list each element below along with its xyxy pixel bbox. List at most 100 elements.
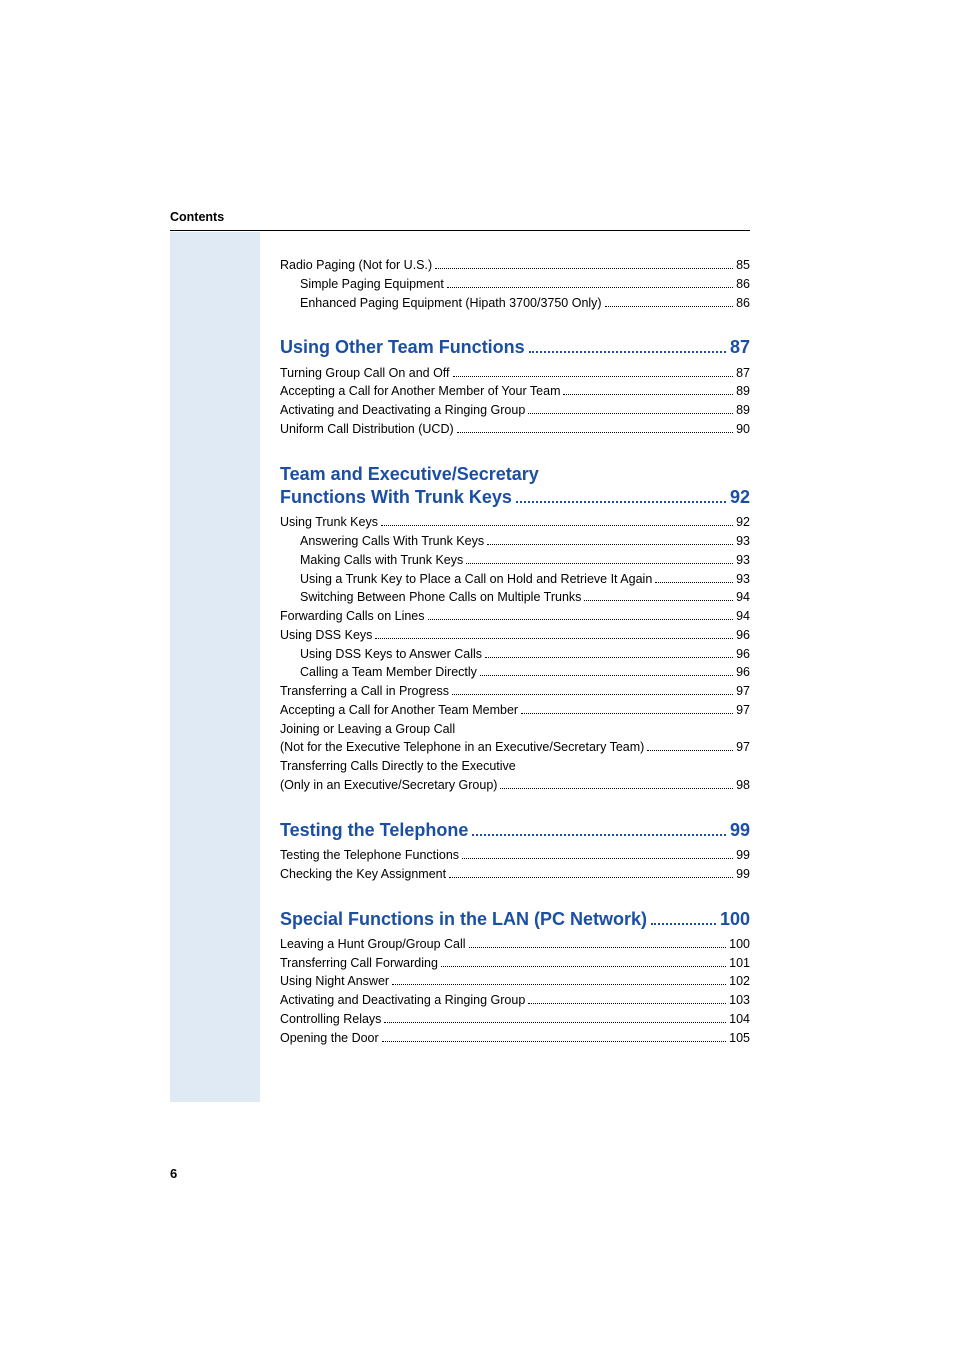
toc-entry[interactable]: Activating and Deactivating a Ringing Gr… (280, 401, 750, 420)
toc-entry-preline: Transferring Calls Directly to the Execu… (280, 757, 750, 776)
toc-entry-label: Making Calls with Trunk Keys (300, 551, 463, 570)
toc-entry-page: 93 (736, 551, 750, 570)
toc-entry[interactable]: Opening the Door 105 (280, 1029, 750, 1048)
toc-dots (382, 1032, 726, 1041)
toc-dots (469, 939, 727, 948)
toc-dots (447, 278, 733, 287)
toc-entry-label: Using a Trunk Key to Place a Call on Hol… (300, 570, 652, 589)
toc-section-title: Testing the Telephone (280, 819, 468, 842)
toc-dots (375, 630, 733, 639)
toc-dots (462, 850, 733, 859)
toc-dots (457, 424, 733, 433)
toc-entry-page: 96 (736, 626, 750, 645)
toc-entry-label: Using DSS Keys (280, 626, 372, 645)
toc-dots (605, 297, 734, 306)
toc-entry-page: 97 (736, 738, 750, 757)
toc-entry-wrap[interactable]: Transferring Calls Directly to the Execu… (280, 757, 750, 795)
toc-section-heading[interactable]: Special Functions in the LAN (PC Network… (280, 908, 750, 931)
toc-entry[interactable]: Transferring a Call in Progress97 (280, 682, 750, 701)
toc-entry[interactable]: Uniform Call Distribution (UCD) 90 (280, 420, 750, 439)
toc-entry[interactable]: Transferring Call Forwarding101 (280, 954, 750, 973)
toc-dots (449, 868, 733, 877)
toc-section: Special Functions in the LAN (PC Network… (280, 908, 750, 1048)
toc-entry-label: Leaving a Hunt Group/Group Call (280, 935, 466, 954)
toc-entry[interactable]: Enhanced Paging Equipment (Hipath 3700/3… (280, 294, 750, 313)
toc-section-title: Special Functions in the LAN (PC Network… (280, 908, 647, 931)
toc-entry-page: 89 (736, 401, 750, 420)
toc-section-heading[interactable]: Team and Executive/Secretary Functions W… (280, 463, 750, 510)
toc-entry-page: 99 (736, 846, 750, 865)
toc-entry-page: 87 (736, 364, 750, 383)
toc-entry-label: Switching Between Phone Calls on Multipl… (300, 588, 581, 607)
toc-entry[interactable]: Turning Group Call On and Off 87 (280, 364, 750, 383)
toc-entry-label: Simple Paging Equipment (300, 275, 444, 294)
toc-entry-page: 97 (736, 701, 750, 720)
toc-entry[interactable]: Using Night Answer 102 (280, 972, 750, 991)
toc-section-title-line2: Functions With Trunk Keys (280, 486, 512, 509)
toc-dots (480, 667, 733, 676)
toc-entry-page: 97 (736, 682, 750, 701)
toc-entry-label: Using Night Answer (280, 972, 389, 991)
toc-entry[interactable]: Using DSS Keys to Answer Calls96 (280, 645, 750, 664)
toc-section-page: 100 (720, 908, 750, 931)
toc-entry[interactable]: Accepting a Call for Another Member of Y… (280, 382, 750, 401)
toc-body: Radio Paging (Not for U.S.) 85 Simple Pa… (280, 256, 750, 1047)
toc-entry-label: Accepting a Call for Another Member of Y… (280, 382, 560, 401)
toc-entry[interactable]: Accepting a Call for Another Team Member… (280, 701, 750, 720)
toc-entry-label: Turning Group Call On and Off (280, 364, 450, 383)
toc-dots (453, 367, 734, 376)
toc-entry-label: Uniform Call Distribution (UCD) (280, 420, 454, 439)
toc-entry-page: 90 (736, 420, 750, 439)
toc-entry-label: Opening the Door (280, 1029, 379, 1048)
toc-entry-page: 93 (736, 570, 750, 589)
toc-dots (441, 957, 726, 966)
toc-entry[interactable]: Calling a Team Member Directly96 (280, 663, 750, 682)
toc-entry-label: Transferring Call Forwarding (280, 954, 438, 973)
toc-entry[interactable]: Activating and Deactivating a Ringing Gr… (280, 991, 750, 1010)
toc-entry-page: 86 (736, 275, 750, 294)
toc-entry-wrap[interactable]: Joining or Leaving a Group Call (Not for… (280, 720, 750, 758)
toc-section-heading[interactable]: Using Other Team Functions 87 (280, 336, 750, 359)
toc-section-heading[interactable]: Testing the Telephone 99 (280, 819, 750, 842)
toc-entry[interactable]: Testing the Telephone Functions99 (280, 846, 750, 865)
toc-entry[interactable]: Using DSS Keys 96 (280, 626, 750, 645)
contents-title: Contents (170, 210, 224, 224)
toc-entry-page: 98 (736, 776, 750, 795)
toc-section-title-line1: Team and Executive/Secretary (280, 463, 750, 486)
toc-entry-page: 96 (736, 663, 750, 682)
toc-dots (435, 260, 733, 269)
page-number: 6 (170, 1166, 177, 1181)
toc-entry-label: Enhanced Paging Equipment (Hipath 3700/3… (300, 294, 602, 313)
toc-entry[interactable]: Leaving a Hunt Group/Group Call100 (280, 935, 750, 954)
toc-entry[interactable]: Simple Paging Equipment 86 (280, 275, 750, 294)
toc-dots (655, 573, 733, 582)
toc-entry-label: Activating and Deactivating a Ringing Gr… (280, 991, 525, 1010)
toc-section-page: 87 (730, 336, 750, 359)
toc-dots (392, 976, 726, 985)
toc-section: Team and Executive/Secretary Functions W… (280, 463, 750, 795)
contents-header: Contents (170, 210, 750, 231)
toc-entry-label: Radio Paging (Not for U.S.) (280, 256, 432, 275)
toc-entry[interactable]: Answering Calls With Trunk Keys93 (280, 532, 750, 551)
toc-dots (472, 822, 726, 836)
toc-entry[interactable]: Checking the Key Assignment99 (280, 865, 750, 884)
toc-dots (384, 1014, 726, 1023)
toc-entry[interactable]: Using Trunk Keys92 (280, 513, 750, 532)
toc-dots (500, 780, 733, 789)
toc-entry[interactable]: Using a Trunk Key to Place a Call on Hol… (280, 570, 750, 589)
document-page: Contents Radio Paging (Not for U.S.) 85 … (0, 0, 954, 1351)
toc-entry-page: 94 (736, 607, 750, 626)
toc-dots (521, 705, 733, 714)
toc-entry[interactable]: Radio Paging (Not for U.S.) 85 (280, 256, 750, 275)
toc-entry-page: 85 (736, 256, 750, 275)
toc-entry[interactable]: Making Calls with Trunk Keys 93 (280, 551, 750, 570)
toc-entry-page: 105 (729, 1029, 750, 1048)
toc-entry-page: 102 (729, 972, 750, 991)
toc-entry[interactable]: Forwarding Calls on Lines94 (280, 607, 750, 626)
toc-entry-label: Accepting a Call for Another Team Member (280, 701, 518, 720)
toc-entry[interactable]: Controlling Relays104 (280, 1010, 750, 1029)
toc-section: Testing the Telephone 99 Testing the Tel… (280, 819, 750, 884)
toc-section: Using Other Team Functions 87 Turning Gr… (280, 336, 750, 438)
toc-entry[interactable]: Switching Between Phone Calls on Multipl… (280, 588, 750, 607)
toc-entry-label: Using Trunk Keys (280, 513, 378, 532)
